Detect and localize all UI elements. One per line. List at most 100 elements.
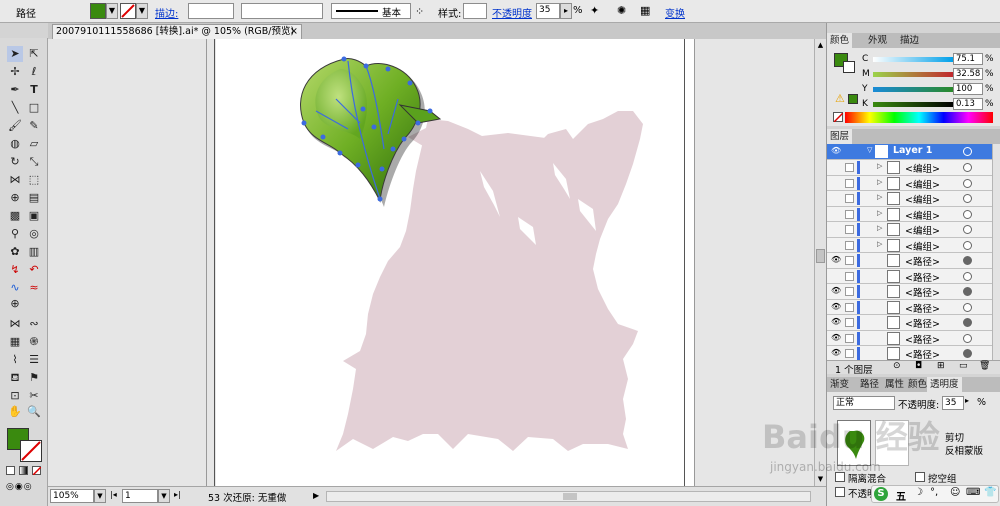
expand-triangle-icon[interactable]: ▽ [867,146,872,154]
mesh-tool-icon[interactable]: ▩ [7,208,23,224]
graph-tool-icon[interactable]: ▥ [26,244,42,260]
new-sublayer-icon[interactable]: ⊞ [937,361,945,371]
perspective-grid-tool-icon[interactable]: ▤ [26,190,42,206]
item-target-icon[interactable] [963,318,972,327]
out-of-gamut-icon[interactable]: ⚠ [835,92,845,105]
delete-layer-icon[interactable]: 🗑 [979,361,990,371]
expand-triangle-icon[interactable]: ▷ [877,209,882,217]
item-name[interactable]: <路径> [905,270,940,284]
layer-item-row[interactable]: 👁 <路径> [827,284,992,300]
expand-triangle-icon[interactable]: ▷ [877,193,882,201]
opacity-mask-checkbox[interactable] [835,487,845,497]
stroke-color-box[interactable] [20,440,42,462]
zoom-dropdown-arrow-icon[interactable]: ▼ [94,489,106,503]
ime-punct-icon[interactable]: ☽ [914,487,923,498]
scroll-down-arrow-icon[interactable]: ▼ [816,475,825,484]
panel-stroke-swatch[interactable] [843,61,855,73]
layer-item-row[interactable]: ▷ <编组> [827,222,992,238]
graphic-style-icon[interactable]: ⁘ [415,4,431,19]
layers-scrollbar[interactable] [992,144,1000,374]
gradient-tool-icon[interactable]: ▣ [26,208,42,224]
none-color-icon[interactable] [833,112,844,123]
lock-toggle-box[interactable] [845,163,854,172]
stroke-weight-input[interactable] [188,3,234,19]
isolate-blending-checkbox[interactable] [835,472,845,482]
channel-m-slider[interactable] [873,72,953,77]
item-target-icon[interactable] [963,225,972,234]
knockout-group-checkbox[interactable] [915,472,925,482]
in-gamut-swatch[interactable] [848,94,858,104]
recolor-artwork-icon[interactable]: ✦ [590,3,606,19]
lock-toggle-box[interactable] [845,225,854,234]
smooth-tool-icon[interactable]: ≈ [26,280,42,296]
layer-name[interactable]: Layer 1 [893,145,932,156]
channel-c-value[interactable]: 75.1 [953,53,983,65]
vertical-scrollbar[interactable]: ▲ ▼ [814,39,826,486]
color-mode-icon[interactable] [6,466,15,475]
tab-appearance[interactable]: 外观 [865,33,890,48]
item-name[interactable]: <路径> [905,332,940,346]
locate-object-icon[interactable]: ⊙ [893,361,901,371]
crop-tool-icon[interactable]: ⊡ [7,388,23,404]
item-name[interactable]: <编组> [905,192,940,206]
pen-tool-icon[interactable]: ✒ [7,82,23,98]
expand-triangle-icon[interactable]: ▷ [877,178,882,186]
variable-width-profile[interactable] [241,3,323,19]
lock-toggle-box[interactable] [845,256,854,265]
scroll-up-arrow-icon[interactable]: ▲ [816,41,825,50]
tab-gradient[interactable]: 渐变 [827,377,852,392]
layer-item-row[interactable]: 👁 <路径> [827,315,992,331]
visibility-eye-icon[interactable] [831,271,841,281]
first-artboard-icon[interactable]: |◂ [110,490,120,502]
channel-y-value[interactable]: 100 [953,83,983,95]
artboard-tool-icon[interactable]: ⊕ [7,296,23,312]
live-paint-tool-icon[interactable]: ⛾ [7,370,23,386]
fill-swatch[interactable] [90,3,106,19]
rectangle-tool-icon[interactable]: □ [26,100,42,116]
visibility-eye-icon[interactable]: 👁 [831,317,841,327]
tab-pathfinder[interactable]: 路径 [857,377,882,392]
item-name[interactable]: <编组> [905,177,940,191]
expand-triangle-icon[interactable]: ▷ [877,240,882,248]
visibility-eye-icon[interactable]: 👁 [831,255,841,265]
list-tool-icon[interactable]: ☰ [26,352,42,368]
brush-definition-dropdown[interactable]: 基本 [331,3,411,19]
width-tool-icon[interactable]: ⋈ [7,172,23,188]
visibility-eye-icon[interactable] [831,240,841,250]
layer-item-row[interactable]: ▷ <编组> [827,237,992,253]
lock-toggle-box[interactable] [845,271,854,281]
opacity-mask-thumbnail[interactable] [875,420,909,466]
close-tab-icon[interactable]: × [290,25,298,39]
artboard-number-input[interactable]: 1 [122,489,158,503]
stroke-swatch[interactable] [120,3,136,19]
transform-link[interactable]: 变换 [665,5,685,20]
slice-tool-icon[interactable]: ✂ [26,388,42,404]
align-icon[interactable]: ▦ [640,3,656,19]
lock-toggle-box[interactable] [845,318,854,327]
item-name[interactable]: <路径> [905,301,940,315]
visibility-eye-icon[interactable] [831,209,841,219]
layer-row-main[interactable]: 👁 ▽ Layer 1 [827,144,992,160]
lock-toggle-box[interactable] [845,333,854,343]
layer-target-icon[interactable] [963,147,972,156]
scale-tool-icon[interactable]: ⤡ [26,154,42,170]
status-menu-arrow-icon[interactable]: ▶ [313,491,319,500]
sogou-logo-icon[interactable]: S [874,487,888,501]
lock-toggle-box[interactable] [845,287,854,296]
make-clipping-mask-icon[interactable]: ◘ [915,361,922,371]
item-name[interactable]: <路径> [905,347,940,361]
lock-toggle-box[interactable] [845,240,854,250]
envelope-tool-icon[interactable]: ⋈ [7,316,23,332]
item-name[interactable]: <编组> [905,239,940,253]
magic-wand-tool-icon[interactable]: ✢ [7,64,23,80]
tab-color[interactable]: 颜色 [827,33,853,48]
lock-toggle-box[interactable] [845,302,854,312]
zoom-level-input[interactable]: 105% [50,489,94,503]
layer-item-row[interactable]: ▷ <编组> [827,160,992,176]
item-name[interactable]: <编组> [905,223,940,237]
direct-selection-tool-icon[interactable]: ⇱ [26,46,42,62]
tab-attributes[interactable]: 属性 [882,377,907,392]
paintbrush-tool-icon[interactable]: 🖌 [7,118,23,134]
lasso-tool-icon[interactable]: ℓ [26,64,42,80]
graphic-style-dropdown[interactable] [463,3,487,19]
